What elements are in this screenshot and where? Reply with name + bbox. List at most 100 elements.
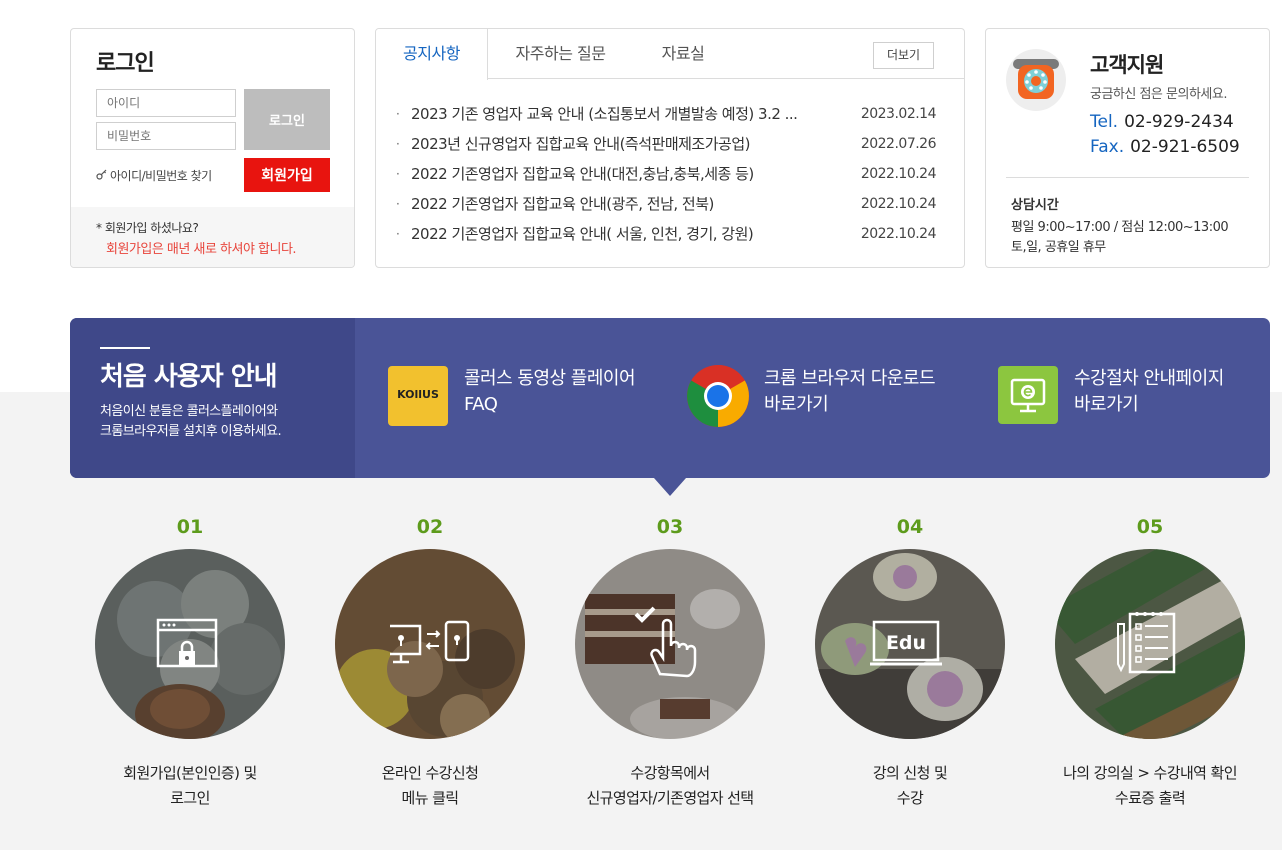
bullet: · [396, 197, 400, 211]
id-input[interactable] [96, 89, 236, 117]
edu-monitor-icon: Edu [870, 620, 942, 666]
guide-desc-line-2: 크롬브라우저를 설치후 이용하세요. [100, 424, 282, 439]
guide-desc-line-1: 처음이신 분들은 콜러스플레이어와 [100, 404, 278, 419]
hours-weekend: 토,일, 공휴일 휴무 [1011, 240, 1106, 255]
notice-item[interactable]: · 2023 기존 영업자 교육 안내 (소집통보서 개별발송 예정) 3.2 .… [396, 99, 941, 129]
step-caption: 회원가입(본인인증) 및 로그인 [70, 761, 310, 811]
step-number: 02 [416, 516, 444, 538]
guide-desc: 처음이신 분들은 콜러스플레이어와 크롬브라우저를 설치후 이용하세요. [100, 402, 282, 442]
step-caption: 나의 강의실 > 수강내역 확인 수료증 출력 [1030, 761, 1270, 811]
tel-number: 02-929-2434 [1124, 112, 1234, 132]
find-id-password-link[interactable]: 아이디/비밀번호 찾기 [96, 167, 212, 184]
notice-item[interactable]: · 2022 기존영업자 집합교육 안내(대전,충남,충북,세종 등) 2022.1… [396, 159, 941, 189]
find-link-label: 아이디/비밀번호 찾기 [110, 169, 212, 183]
notice-date: 2022.07.26 [860, 136, 937, 152]
browser-lock-icon [156, 618, 218, 668]
support-title: 고객지원 [1090, 53, 1164, 77]
guide-item-label: 콜러스 동영상 플레이어 FAQ [464, 366, 636, 418]
step-caption-line-2: 수강 [896, 789, 924, 807]
step-number: 04 [896, 516, 924, 538]
e-monitor-icon [998, 366, 1058, 426]
step-3: 03 수강항목에서 신규영업자/기존영업자 선택 [550, 515, 790, 811]
login-footer: * 회원가입 하셨나요? 회원가입은 매년 새로 하셔야 합니다. [71, 207, 354, 267]
step-caption-line-1: 수강항목에서 [630, 764, 710, 782]
more-button[interactable]: 더보기 [873, 42, 934, 69]
monitor-phone-icon [390, 620, 470, 664]
support-panel: 고객지원 궁금하신 점은 문의하세요. Tel. 02-929-2434 Fax.… [985, 28, 1270, 268]
step-image [575, 549, 765, 739]
guide-item-line-1: 콜러스 동영상 플레이어 [464, 368, 636, 389]
divider [1006, 177, 1249, 178]
step-caption: 강의 신청 및 수강 [790, 761, 1030, 811]
bullet: · [396, 107, 400, 121]
notice-item[interactable]: · 2023년 신규영업자 집합교육 안내(즉석판매제조가공업) 2022.07.2… [396, 129, 941, 159]
password-input[interactable] [96, 122, 236, 150]
notice-title: 2022 기존영업자 집합교육 안내(광주, 전남, 전북) [411, 195, 714, 213]
step-number: 05 [1136, 516, 1164, 538]
join-button[interactable]: 회원가입 [244, 158, 330, 192]
step-image: Edu [815, 549, 1005, 739]
banner-pointer-arrow [654, 478, 686, 496]
notice-date: 2022.10.24 [860, 226, 937, 242]
hand-check-icon [634, 606, 697, 678]
notice-item[interactable]: · 2022 기존영업자 집합교육 안내( 서울, 인천, 경기, 강원) 2022… [396, 219, 941, 249]
notepad-icon [1117, 612, 1176, 674]
tab-archive[interactable]: 자료실 [633, 29, 733, 79]
bullet: · [396, 137, 400, 151]
notice-tabs: 공지사항 자주하는 질문 자료실 더보기 [376, 29, 964, 80]
notice-title: 2023년 신규영업자 집합교육 안내(즉석판매제조가공업) [411, 135, 750, 153]
kollus-icon: KOllUS [388, 366, 448, 426]
tab-notice[interactable]: 공지사항 [376, 29, 488, 80]
notice-title: 2022 기존영업자 집합교육 안내( 서울, 인천, 경기, 강원) [411, 225, 754, 243]
login-title: 로그인 [96, 51, 155, 76]
notice-panel: 공지사항 자주하는 질문 자료실 더보기 · 2023 기존 영업자 교육 안내 … [375, 28, 965, 268]
hours-title: 상담시간 [1011, 198, 1059, 213]
tel-label: Tel. [1090, 112, 1119, 132]
step-caption-line-2: 신규영업자/기존영업자 선택 [586, 789, 754, 807]
step-image [335, 549, 525, 739]
telephone-icon [1006, 49, 1066, 111]
guide-item-line-2: 바로가기 [764, 394, 829, 415]
guide-item-line-1: 크롬 브라우저 다운로드 [764, 368, 936, 389]
support-desc: 궁금하신 점은 문의하세요. [1090, 87, 1227, 102]
key-icon [96, 169, 107, 183]
tab-faq[interactable]: 자주하는 질문 [488, 29, 633, 79]
step-2: 02 온라인 수강신청 메뉴 클릭 [310, 515, 550, 811]
guide-title: 처음 사용자 안내 [100, 362, 278, 392]
step-caption-line-2: 메뉴 클릭 [401, 789, 460, 807]
step-image [1055, 549, 1245, 739]
bullet: · [396, 227, 400, 241]
first-user-guide-banner: 처음 사용자 안내 처음이신 분들은 콜러스플레이어와 크롬브라우저를 설치후 … [70, 318, 1270, 496]
guide-item-label: 크롬 브라우저 다운로드 바로가기 [764, 366, 936, 418]
guide-intro: 처음 사용자 안내 처음이신 분들은 콜러스플레이어와 크롬브라우저를 설치후 … [70, 318, 355, 478]
notice-title: 2022 기존영업자 집합교육 안내(대전,충남,충북,세종 등) [411, 165, 754, 183]
support-fax: Fax. 02-921-6509 [1090, 137, 1240, 157]
fax-label: Fax. [1090, 137, 1125, 157]
step-5: 05 나의 강의실 > 수강내역 확인 수료증 출력 [1030, 515, 1270, 811]
guide-item-line-1: 수강절차 안내페이지 [1074, 368, 1224, 389]
step-image [95, 549, 285, 739]
join-warning: 회원가입은 매년 새로 하셔야 합니다. [106, 242, 297, 257]
step-caption-line-1: 회원가입(본인인증) 및 [123, 764, 257, 782]
svg-text:Edu: Edu [886, 632, 926, 654]
step-caption-line-1: 강의 신청 및 [872, 764, 948, 782]
support-tel: Tel. 02-929-2434 [1090, 112, 1234, 132]
step-caption-line-2: 수료증 출력 [1114, 789, 1186, 807]
notice-date: 2022.10.24 [860, 166, 937, 182]
step-caption-line-1: 나의 강의실 > 수강내역 확인 [1063, 764, 1237, 782]
step-caption: 수강항목에서 신규영업자/기존영업자 선택 [550, 761, 790, 811]
step-1: 01 회원가입(본인인증) 및 로그인 [70, 515, 310, 811]
notice-item[interactable]: · 2022 기존영업자 집합교육 안내(광주, 전남, 전북) 2022.10.2… [396, 189, 941, 219]
notice-date: 2023.02.14 [860, 106, 937, 122]
login-panel: 로그인 로그인 아이디/비밀번호 찾기 회원가입 * 회원가입 하셨나요? 회원… [70, 28, 355, 268]
guide-item-label: 수강절차 안내페이지 바로가기 [1074, 366, 1224, 418]
guide-item-line-2: FAQ [464, 394, 498, 415]
join-question: * 회원가입 하셨나요? [96, 221, 199, 235]
login-button[interactable]: 로그인 [244, 89, 330, 150]
step-caption: 온라인 수강신청 메뉴 클릭 [310, 761, 550, 811]
notice-date: 2022.10.24 [860, 196, 937, 212]
guide-item-line-2: 바로가기 [1074, 394, 1139, 415]
fax-number: 02-921-6509 [1130, 137, 1240, 157]
notice-title: 2023 기존 영업자 교육 안내 (소집통보서 개별발송 예정) 3.2 ..… [411, 105, 798, 123]
notice-list: · 2023 기존 영업자 교육 안내 (소집통보서 개별발송 예정) 3.2 .… [396, 99, 941, 249]
